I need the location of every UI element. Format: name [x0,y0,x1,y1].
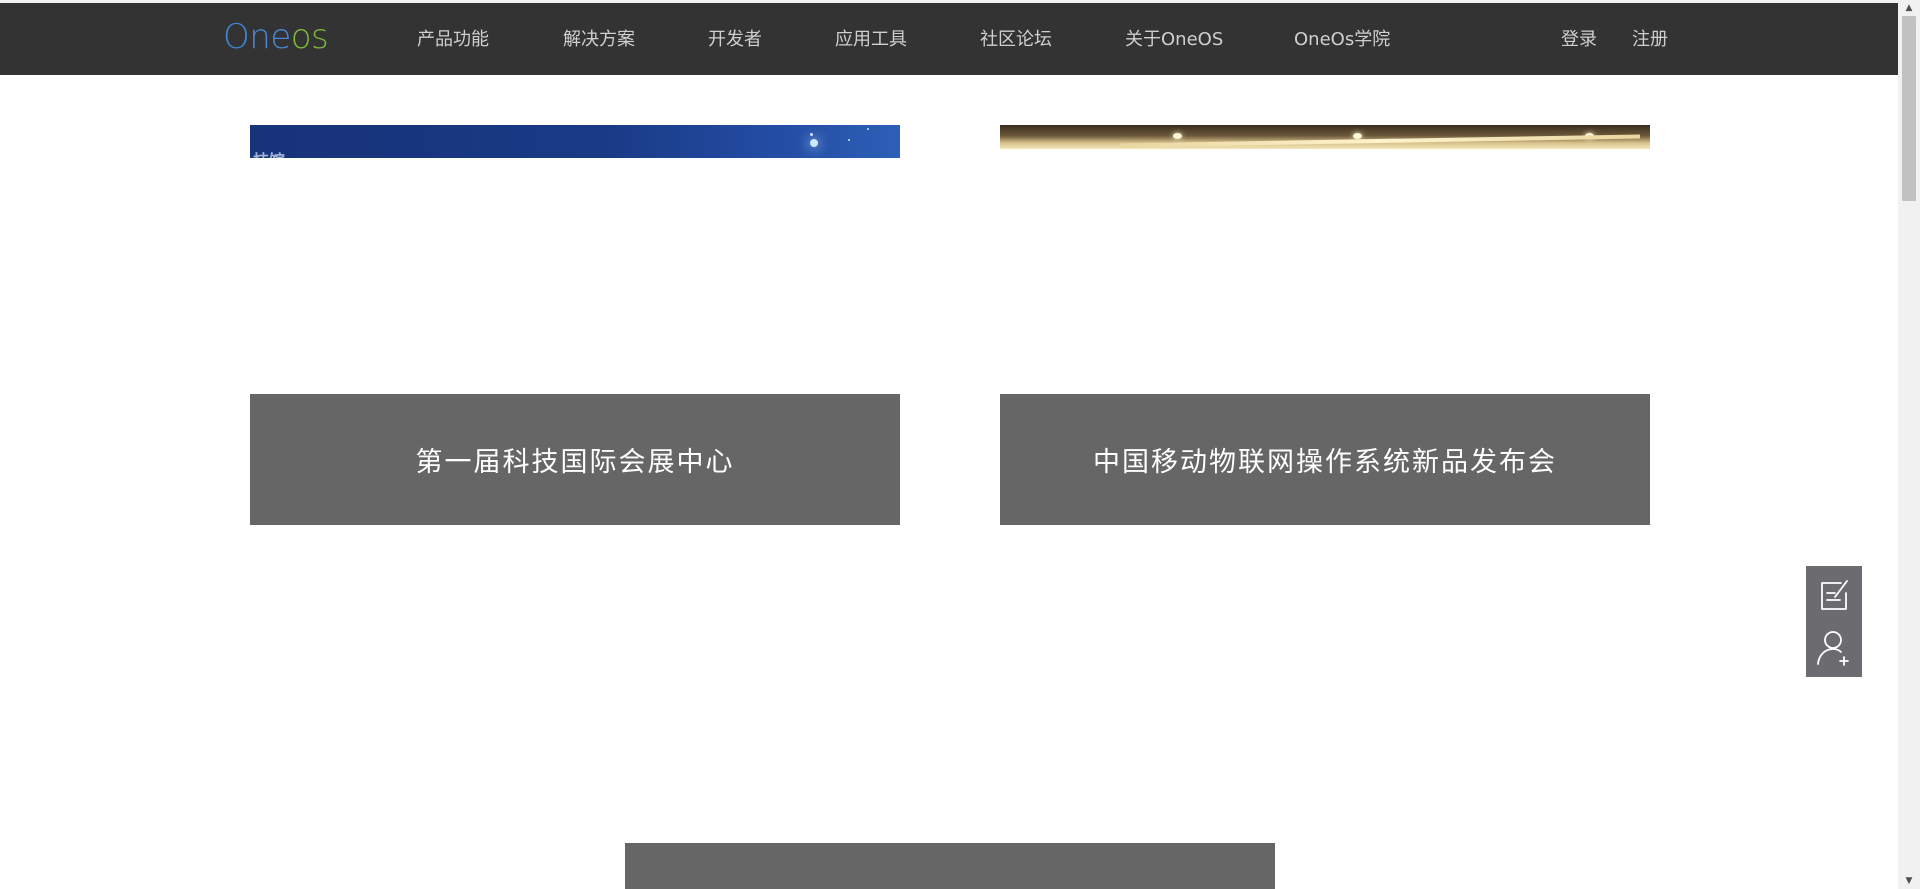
nav-item-oneos-academy[interactable]: OneOs学院 [1294,27,1390,53]
scroll-up-arrow-icon[interactable]: ▲ [1898,1,1920,15]
card-caption-launch-event[interactable]: 中国移动物联网操作系统新品发布会 [1000,394,1650,525]
nav-item-app-tools[interactable]: 应用工具 [835,27,907,53]
vertical-scrollbar[interactable]: ▲ ▼ [1898,0,1920,889]
nav-item-about-oneos[interactable]: 关于OneOS [1125,27,1223,53]
nav-item-community-forum[interactable]: 社区论坛 [980,27,1052,53]
card-image-launch-event[interactable] [1000,125,1650,149]
scroll-thumb[interactable] [1902,16,1916,201]
card-image-tech-expo[interactable]: 技馆 [250,125,900,158]
login-link[interactable]: 登录 [1561,27,1597,53]
card-caption-third[interactable] [625,843,1275,889]
register-link[interactable]: 注册 [1632,27,1668,53]
scroll-down-arrow-icon[interactable]: ▼ [1898,874,1920,888]
nav-item-developers[interactable]: 开发者 [708,27,762,53]
nav-item-product-features[interactable]: 产品功能 [417,27,489,53]
oneos-logo[interactable]: One os [223,15,329,59]
card-caption-tech-expo[interactable]: 第一届科技国际会展中心 [250,394,900,525]
side-tools-panel [1806,566,1862,677]
navbar: One os 产品功能 解决方案 开发者 应用工具 社区论坛 关于OneOS On… [0,3,1898,75]
nav-item-solutions[interactable]: 解决方案 [563,27,635,53]
card-image-text: 技馆 [253,147,285,158]
edit-icon[interactable] [1816,575,1852,615]
add-user-icon[interactable] [1816,628,1852,668]
